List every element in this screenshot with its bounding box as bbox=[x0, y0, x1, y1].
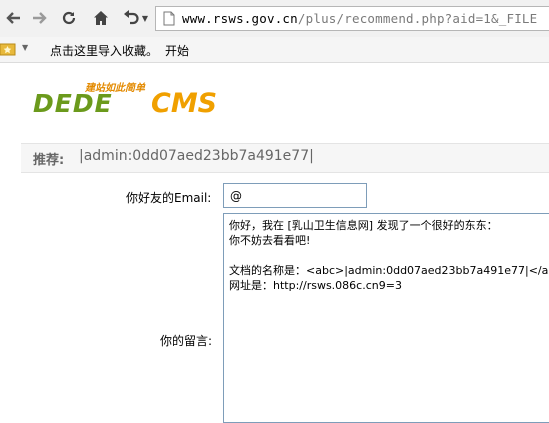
email-field[interactable] bbox=[223, 183, 367, 208]
bookmarks-bar: ▼ 点击这里导入收藏。 开始 bbox=[0, 37, 549, 63]
logo-main-text: DEDE bbox=[33, 89, 113, 118]
message-label: 你的留言: bbox=[160, 334, 213, 348]
site-logo[interactable]: 建站如此简单 DEDE CMS bbox=[33, 80, 249, 132]
forward-button[interactable] bbox=[27, 6, 51, 30]
message-textarea[interactable]: 你好，我在 [乳山卫生信息网] 发现了一个很好的东东： 你不妨去看看吧! 文档的… bbox=[223, 213, 549, 423]
back-button[interactable] bbox=[2, 6, 26, 30]
dropdown-arrow-icon: ▼ bbox=[141, 13, 149, 23]
message-line: 网址是：http://rsws.086c.cn9=3 bbox=[229, 279, 402, 292]
back-arrow-icon bbox=[6, 12, 20, 24]
forward-arrow-icon bbox=[33, 12, 47, 24]
url-host: www.rsws.gov.cn bbox=[182, 11, 298, 26]
message-line: 你好，我在 [乳山卫生信息网] 发现了一个很好的东东： bbox=[229, 219, 498, 232]
undo-history-button[interactable]: ▼ bbox=[117, 6, 153, 30]
reload-button[interactable] bbox=[57, 6, 81, 30]
recommend-article-title: |admin:0dd07aed23bb7a491e77| bbox=[79, 148, 314, 164]
page-icon bbox=[163, 11, 175, 26]
bookmarks-dropdown-icon[interactable]: ▼ bbox=[22, 43, 28, 52]
message-line: 文档的名称是：<abc>|admin:0dd07aed23bb7a491e77|… bbox=[229, 264, 549, 277]
email-label: 你好友的Email: bbox=[126, 191, 212, 205]
browser-toolbar: ▼ www.rsws.gov.cn/plus/recommend.php?aid… bbox=[0, 0, 549, 37]
recommend-label: 推荐: bbox=[33, 153, 65, 168]
dedecms-logo: 建站如此简单 DEDE CMS bbox=[33, 82, 217, 119]
url-path: /plus/recommend.php?aid=1&_FILE bbox=[297, 11, 538, 26]
logo-cms-text: CMS bbox=[151, 88, 217, 119]
url-text: www.rsws.gov.cn/plus/recommend.php?aid=1… bbox=[182, 11, 537, 26]
home-icon bbox=[94, 11, 108, 25]
reload-icon bbox=[62, 11, 76, 25]
import-bookmarks-link[interactable]: 点击这里导入收藏。 bbox=[50, 42, 158, 59]
recommend-header: 推荐: |admin:0dd07aed23bb7a491e77| bbox=[21, 143, 549, 173]
bookmark-folder-icon[interactable] bbox=[0, 42, 16, 56]
message-line bbox=[229, 248, 549, 263]
message-line: 你不妨去看看吧! bbox=[229, 234, 311, 247]
home-button[interactable] bbox=[89, 6, 113, 30]
address-bar[interactable]: www.rsws.gov.cn/plus/recommend.php?aid=1… bbox=[155, 6, 549, 31]
undo-icon bbox=[123, 10, 139, 25]
start-link[interactable]: 开始 bbox=[165, 42, 189, 59]
